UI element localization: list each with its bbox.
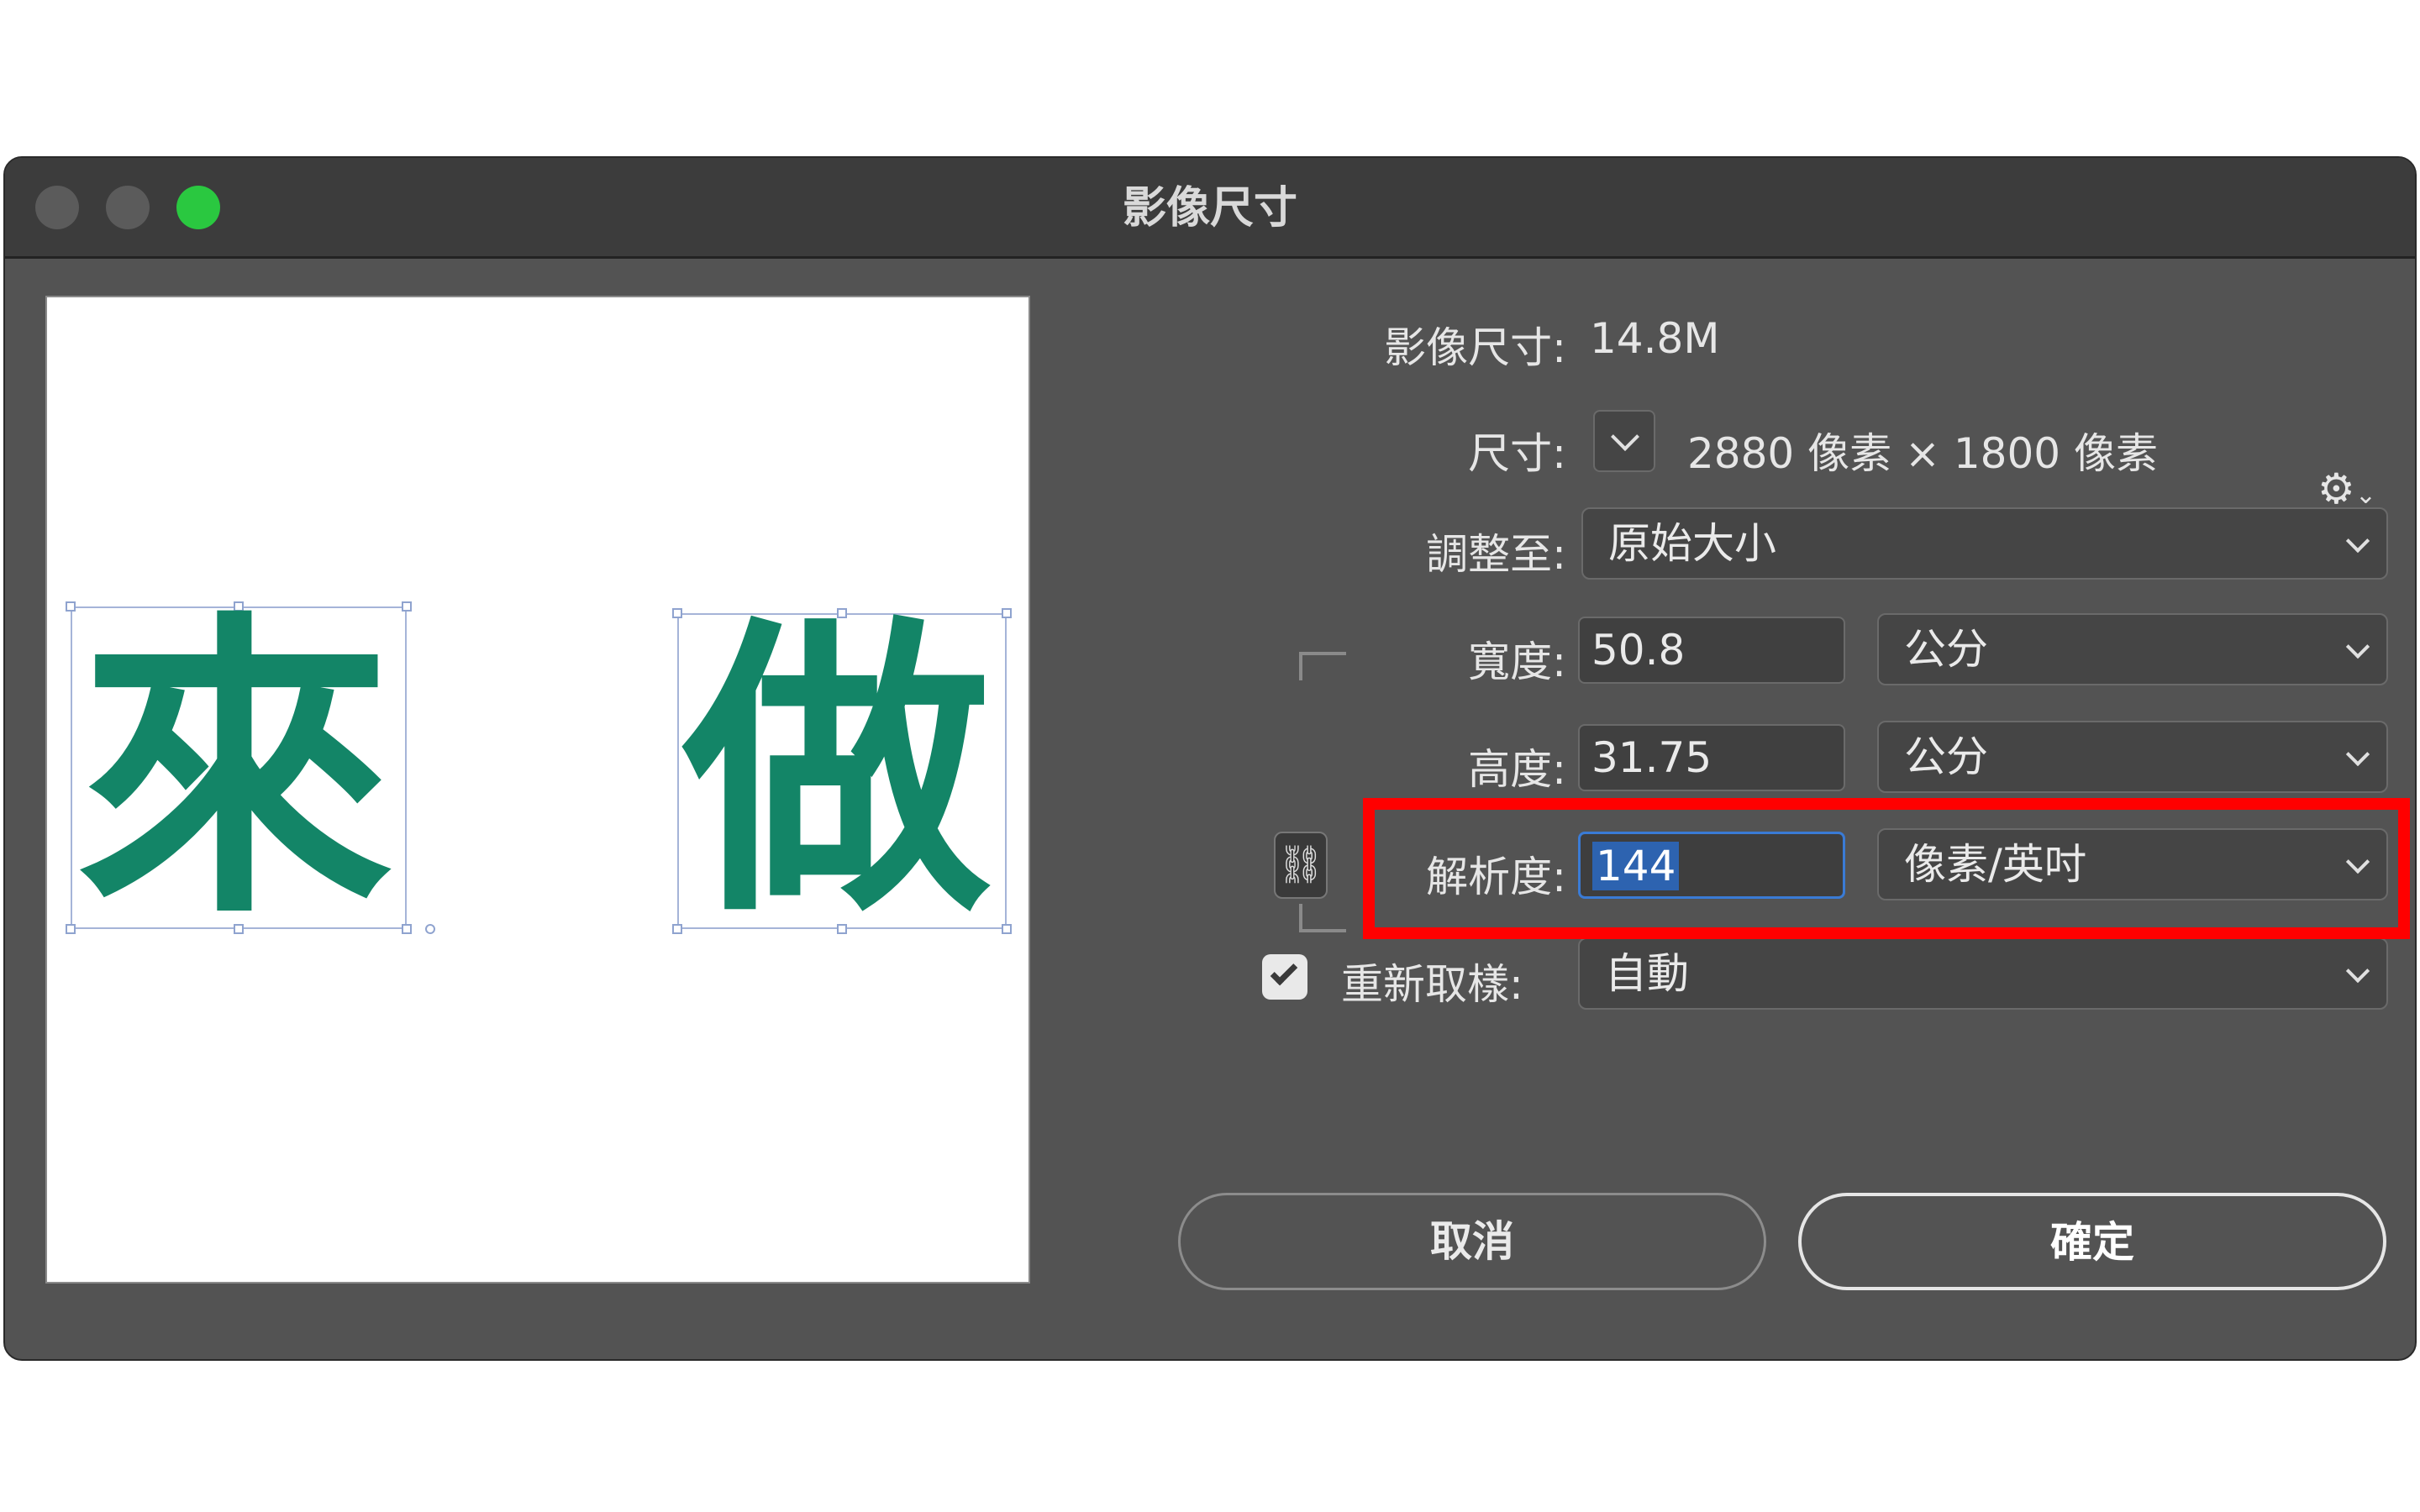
resample-label: 重新取樣:	[1341, 960, 1523, 1009]
resolution-unit-selected: 像素/英吋	[1904, 840, 2086, 889]
transform-handle[interactable]	[1002, 608, 1012, 618]
transform-handle[interactable]	[672, 608, 682, 618]
chevron-down-icon	[1611, 423, 1639, 451]
screen: 影像尺寸 來 做 影像尺寸: 14.8M ⚙⌄ 尺寸: 2880 像素 × 18…	[0, 0, 2420, 1512]
height-unit-selected: 公分	[1904, 732, 1988, 781]
preview-glyph-left: 來	[77, 587, 393, 955]
transform-handle[interactable]	[672, 924, 682, 934]
image-size-dialog: 影像尺寸 來 做 影像尺寸: 14.8M ⚙⌄ 尺寸: 2880 像素 × 18…	[3, 156, 2417, 1361]
height-label: 高度:	[1468, 745, 1566, 794]
chevron-down-icon	[2345, 742, 2370, 767]
resolution-label: 解析度:	[1426, 853, 1566, 901]
resample-checkbox[interactable]	[1262, 954, 1307, 1000]
transform-handle[interactable]	[425, 924, 435, 934]
cancel-button[interactable]: 取消	[1178, 1193, 1766, 1290]
width-unit-selected: 公分	[1904, 625, 1988, 674]
height-input[interactable]: 31.75	[1578, 724, 1845, 791]
transform-handle[interactable]	[1002, 924, 1012, 934]
resample-method-selected: 自動	[1605, 949, 1689, 998]
width-label: 寬度:	[1468, 638, 1566, 686]
resolution-unit-dropdown[interactable]: 像素/英吋	[1877, 828, 2388, 900]
image-preview[interactable]: 來 做	[45, 296, 1030, 1284]
preview-glyph-right: 做	[682, 592, 992, 953]
fit-to-dropdown[interactable]: 原始大小	[1581, 507, 2388, 580]
title-bar[interactable]: 影像尺寸	[5, 158, 2415, 259]
transform-handle[interactable]	[66, 924, 76, 934]
resolution-input[interactable]: 144	[1578, 832, 1845, 899]
width-unit-dropdown[interactable]: 公分	[1877, 613, 2388, 685]
resample-method-dropdown[interactable]: 自動	[1578, 937, 2388, 1010]
constraint-bracket-bottom	[1299, 904, 1346, 932]
transform-handle[interactable]	[66, 601, 76, 612]
transform-handle[interactable]	[402, 601, 412, 612]
width-input[interactable]: 50.8	[1578, 617, 1845, 684]
fit-to-selected: 原始大小	[1608, 519, 1776, 568]
image-size-value: 14.8M	[1590, 314, 1720, 363]
image-size-label: 影像尺寸:	[1384, 323, 1566, 372]
chevron-down-icon	[2345, 634, 2370, 659]
resolution-value-selected: 144	[1592, 842, 1680, 890]
chevron-down-icon	[2345, 528, 2370, 554]
fit-to-label: 調整至:	[1426, 530, 1566, 579]
gear-icon[interactable]: ⚙⌄	[2317, 464, 2385, 514]
chevron-down-icon	[2345, 849, 2370, 874]
chevron-down-icon	[2345, 958, 2370, 984]
height-unit-dropdown[interactable]: 公分	[1877, 721, 2388, 793]
link-icon[interactable]: ⛓	[1274, 832, 1328, 899]
dimensions-value: 2880 像素 × 1800 像素	[1687, 429, 2158, 478]
dimensions-unit-dropdown[interactable]	[1593, 410, 1655, 472]
constraint-bracket-top	[1299, 652, 1346, 680]
ok-button[interactable]: 確定	[1798, 1193, 2386, 1290]
dialog-title: 影像尺寸	[1122, 183, 1297, 234]
dimensions-label: 尺寸:	[1468, 429, 1566, 478]
transform-handle[interactable]	[402, 924, 412, 934]
